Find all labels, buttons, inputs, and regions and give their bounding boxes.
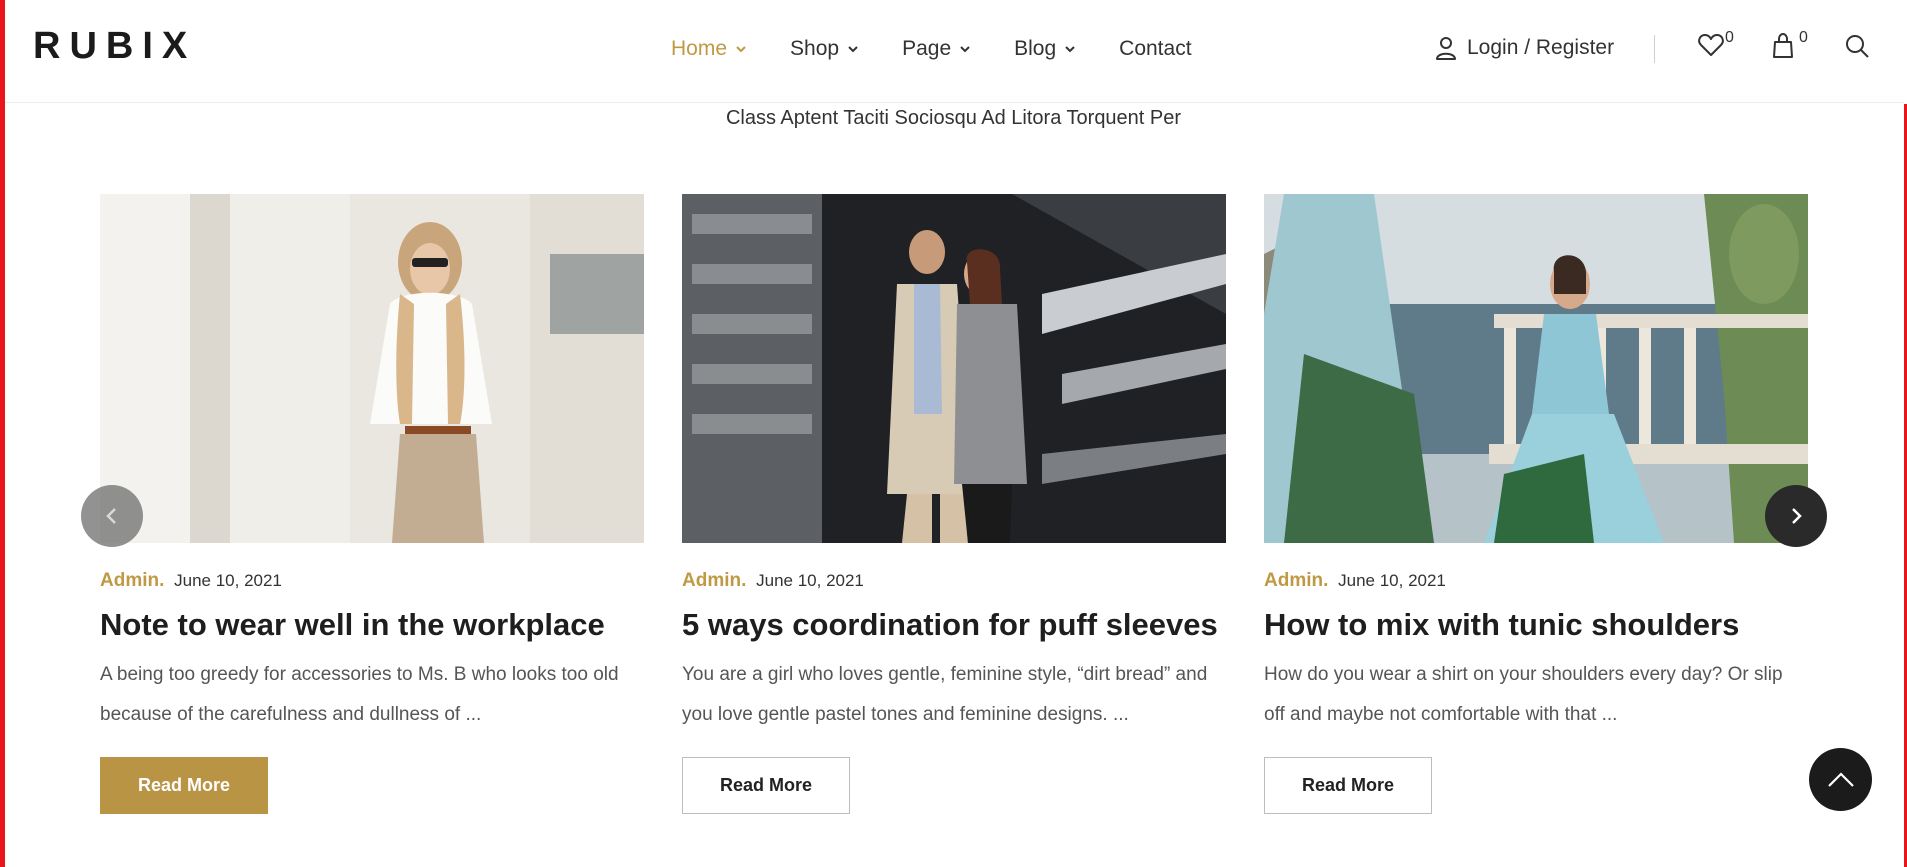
post-image[interactable]	[682, 194, 1226, 543]
search-button[interactable]	[1844, 33, 1870, 64]
post-title[interactable]: How to mix with tunic shoulders	[1264, 605, 1808, 645]
post-date: June 10, 2021	[756, 571, 864, 590]
blog-card: Admin. June 10, 2021 5 ways coordination…	[682, 194, 1226, 814]
nav-item-label: Contact	[1119, 37, 1192, 60]
post-author[interactable]: Admin.	[100, 570, 164, 591]
wishlist-count: 0	[1725, 29, 1734, 46]
read-more-button[interactable]: Read More	[1264, 757, 1432, 814]
blog-card: Admin. June 10, 2021 How to mix with tun…	[1264, 194, 1808, 814]
post-title[interactable]: Note to wear well in the workplace	[100, 605, 644, 645]
post-date: June 10, 2021	[174, 571, 282, 590]
shopping-bag-icon	[1773, 32, 1793, 58]
post-excerpt: How do you wear a shirt on your shoulder…	[1264, 664, 1783, 725]
nav-item-label: Shop	[790, 37, 840, 60]
section-subtitle: Class Aptent Taciti Sociosqu Ad Litora T…	[725, 107, 1182, 129]
chevron-left-icon	[106, 508, 116, 524]
nav-item-blog[interactable]: Blog	[1014, 36, 1077, 62]
post-title[interactable]: 5 ways coordination for puff sleeves	[682, 605, 1226, 645]
heart-icon	[1698, 34, 1724, 56]
chevron-down-icon	[960, 46, 970, 53]
chevron-down-icon	[848, 46, 858, 53]
blog-card: Admin. June 10, 2021 Note to wear well i…	[100, 194, 644, 814]
window-edge-left	[0, 0, 5, 867]
nav-item-shop[interactable]: Shop	[790, 36, 860, 62]
carousel-next-button[interactable]	[1765, 485, 1827, 547]
read-more-button[interactable]: Read More	[682, 757, 850, 814]
carousel-prev-button[interactable]	[81, 485, 143, 547]
nav-item-contact[interactable]: Contact	[1119, 36, 1191, 62]
post-image[interactable]	[100, 194, 644, 543]
nav-item-label: Blog	[1014, 37, 1057, 60]
nav-item-label: Home	[671, 37, 728, 60]
chevron-right-icon	[1792, 508, 1802, 524]
search-icon	[1846, 35, 1869, 58]
site-header: RUBIX Home Shop Page Blog Contact Login …	[5, 0, 1904, 103]
main-nav: Home Shop Page Blog Contact	[671, 36, 1192, 62]
wishlist-button[interactable]: 0	[1698, 29, 1734, 62]
login-register-label: Login / Register	[1467, 36, 1615, 59]
chevron-down-icon	[1065, 46, 1075, 53]
post-excerpt: You are a girl who loves gentle, feminin…	[682, 664, 1208, 725]
chevron-up-icon	[1827, 771, 1854, 787]
post-author[interactable]: Admin.	[1264, 570, 1328, 591]
post-image[interactable]	[1264, 194, 1808, 543]
chevron-down-icon	[736, 46, 746, 53]
post-image-graphic	[1264, 194, 1808, 543]
post-date: June 10, 2021	[1338, 571, 1446, 590]
post-author[interactable]: Admin.	[682, 570, 746, 591]
post-meta: Admin. June 10, 2021	[100, 571, 644, 591]
post-meta: Admin. June 10, 2021	[1264, 571, 1808, 591]
login-register-link[interactable]: Login / Register	[1435, 36, 1614, 60]
nav-item-page[interactable]: Page	[902, 36, 972, 62]
post-image-graphic	[100, 194, 644, 543]
read-more-button[interactable]: Read More	[100, 757, 268, 814]
header-divider	[1654, 35, 1655, 63]
back-to-top-button[interactable]	[1809, 748, 1872, 811]
cart-count: 0	[1799, 29, 1808, 46]
site-logo[interactable]: RUBIX	[33, 24, 196, 68]
nav-item-home[interactable]: Home	[671, 36, 748, 62]
post-image-graphic	[682, 194, 1226, 543]
post-meta: Admin. June 10, 2021	[682, 571, 1226, 591]
nav-item-label: Page	[902, 37, 952, 60]
post-excerpt: A being too greedy for accessories to Ms…	[100, 664, 619, 725]
cart-button[interactable]: 0	[1772, 29, 1808, 64]
user-icon	[1436, 37, 1456, 60]
